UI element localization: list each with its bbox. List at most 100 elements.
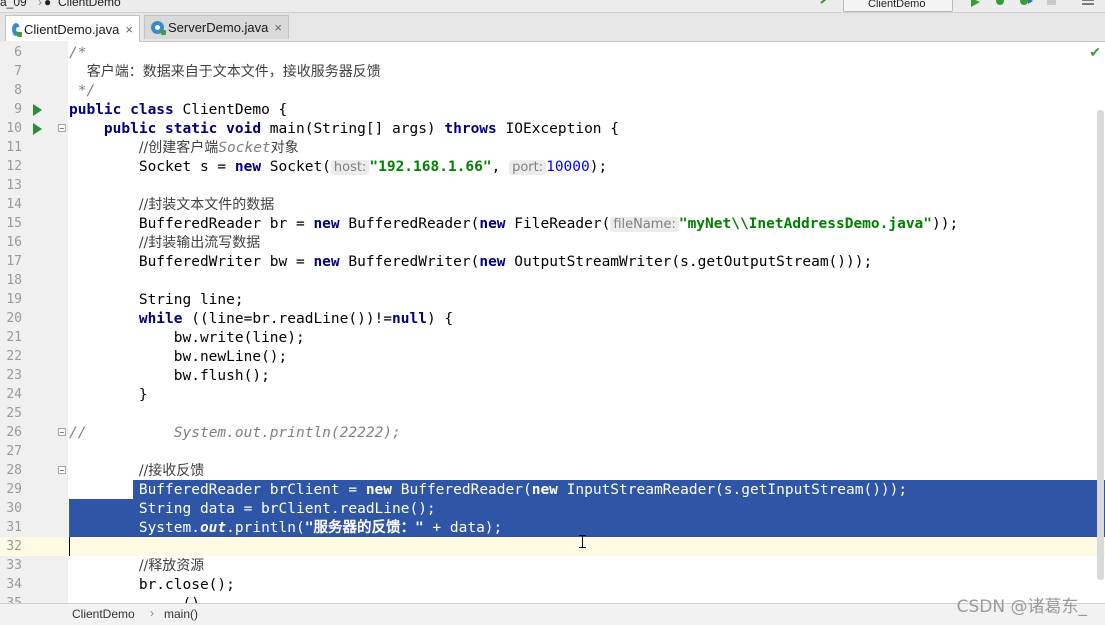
line-number: 15 (6, 216, 22, 231)
fold-icon[interactable] (58, 428, 66, 436)
code-line: 22 bw.newLine(); (0, 347, 1105, 366)
line-number: 33 (6, 558, 22, 573)
line-number: 32 (6, 539, 22, 554)
code-text: //封装输出流写数据 (138, 235, 261, 251)
nav-crumb-class[interactable]: ClientDemo (58, 0, 121, 9)
debug-icon[interactable] (994, 0, 1006, 9)
run-gutter-icon[interactable] (33, 104, 42, 116)
run-gutter-icon[interactable] (33, 123, 42, 135)
code-editor[interactable]: 6 /* 7 客户端：数据来自于文本文件，接收服务器反馈 8 */ 9 publ… (0, 41, 1105, 603)
code-text: //接收反馈 (138, 463, 205, 479)
code-line: 13 (0, 176, 1105, 195)
line-number: 28 (6, 463, 22, 478)
fold-icon[interactable] (58, 124, 66, 132)
code-text: //封装文本文件的数据 (138, 197, 275, 213)
nav-separator: › (38, 0, 42, 9)
editor-tab-bar: ClientDemo.java × ServerDemo.java × (0, 13, 1105, 42)
breadcrumb-separator: › (150, 606, 154, 620)
run-icon[interactable] (969, 0, 981, 9)
line-number: 14 (6, 197, 22, 212)
tab-label: ServerDemo.java (167, 20, 269, 35)
search-everywhere-icon[interactable] (1082, 0, 1094, 9)
code-text: String line; (138, 292, 244, 308)
line-number: 7 (14, 64, 22, 79)
code-line-selected: 30 String data = brClient.readLine(); (0, 499, 1105, 518)
code-text: String data = brClient.readLine(); (138, 501, 436, 517)
close-icon[interactable]: × (125, 22, 133, 37)
line-number: 6 (14, 45, 22, 60)
line-number: 27 (6, 444, 22, 459)
code-line: 33 //释放资源 (0, 556, 1105, 575)
top-navigation-bar: a_09 › ● ClientDemo ClientDemo (0, 0, 1105, 13)
java-class-icon (12, 22, 23, 37)
line-number: 29 (6, 482, 22, 497)
code-line: 28 //接收反馈 (0, 461, 1105, 480)
code-line: 35 () (0, 594, 1105, 603)
code-line: 14 //封装文本文件的数据 (0, 195, 1105, 214)
parameter-hint: fileName: (610, 217, 679, 232)
code-text: } (138, 387, 148, 403)
line-number: 26 (6, 425, 22, 440)
code-line-current: 32 (0, 537, 1105, 556)
line-number: 34 (6, 577, 22, 592)
tab-label: ClientDemo.java (24, 21, 120, 37)
code-text: bw.write(line); (173, 330, 305, 346)
line-number: 10 (6, 121, 22, 136)
line-number: 19 (6, 292, 22, 307)
code-line: 34 br.close(); (0, 575, 1105, 594)
line-number: 25 (6, 406, 22, 421)
line-number: 12 (6, 159, 22, 174)
code-line-selected: 31 System.out.println("服务器的反馈：" + data); (0, 518, 1105, 537)
code-line: 10 public static void main(String[] args… (0, 119, 1105, 138)
code-text: bw.newLine(); (173, 349, 288, 365)
code-text: while ((line=br.readLine())!=null) { (138, 311, 454, 327)
parameter-hint: port: (509, 160, 547, 175)
parameter-hint: host: (330, 160, 370, 175)
code-text: System.out.println("服务器的反馈：" + data); (138, 520, 503, 536)
line-number: 21 (6, 330, 22, 345)
breadcrumb-method[interactable]: main() (164, 607, 198, 621)
line-number: 30 (6, 501, 22, 516)
code-text: BufferedReader brClient = new BufferedRe… (138, 482, 908, 498)
line-number: 13 (6, 178, 22, 193)
code-line: 9 public class ClientDemo { (0, 100, 1105, 119)
code-text: br.close(); (138, 577, 235, 593)
run-configuration-label: ClientDemo (868, 0, 926, 10)
code-line: 21 bw.write(line); (0, 328, 1105, 347)
breadcrumb-class[interactable]: ClientDemo (72, 607, 135, 621)
code-line: 24 } (0, 385, 1105, 404)
code-text: //创建客户端Socket对象 (138, 140, 299, 156)
code-text: BufferedWriter bw = new BufferedWriter(n… (138, 254, 873, 270)
nav-crumb-project[interactable]: a_09 (0, 0, 27, 9)
line-number: 8 (14, 83, 22, 98)
tab-clientdemo[interactable]: ClientDemo.java × (5, 15, 140, 42)
stop-icon[interactable] (1046, 0, 1058, 9)
class-icon: ● (44, 0, 52, 9)
back-arrow-icon[interactable] (818, 0, 830, 9)
code-line: 15 BufferedReader br = new BufferedReade… (0, 214, 1105, 233)
code-line: 12 Socket s = new Socket(host: "192.168.1… (0, 157, 1105, 176)
line-number: 16 (6, 235, 22, 250)
line-number: 22 (6, 349, 22, 364)
java-class-icon (151, 21, 166, 35)
close-icon[interactable]: × (274, 20, 282, 35)
code-text: */ (69, 83, 96, 99)
line-number: 18 (6, 273, 22, 288)
line-number: 17 (6, 254, 22, 269)
vertical-scrollbar[interactable] (1097, 110, 1104, 580)
run-configuration-select[interactable]: ClientDemo (843, 0, 953, 12)
code-line: 17 BufferedWriter bw = new BufferedWrite… (0, 252, 1105, 271)
code-line: 27 (0, 442, 1105, 461)
tab-serverdemo[interactable]: ServerDemo.java × (144, 15, 289, 39)
inspection-ok-icon[interactable]: ✔ (1089, 44, 1101, 61)
watermark: CSDN @诸葛东_ (956, 597, 1087, 617)
code-text: () (69, 595, 199, 603)
code-line: 26 // System.out.println(22222); (0, 423, 1105, 442)
line-number: 11 (6, 140, 22, 155)
code-text: public static void main(String[] args) t… (103, 121, 619, 137)
fold-icon[interactable] (58, 466, 66, 474)
code-text: public class ClientDemo { (69, 102, 288, 118)
coverage-icon[interactable] (1019, 0, 1033, 9)
line-number: 35 (0, 596, 22, 603)
code-line: 11 //创建客户端Socket对象 (0, 138, 1105, 157)
